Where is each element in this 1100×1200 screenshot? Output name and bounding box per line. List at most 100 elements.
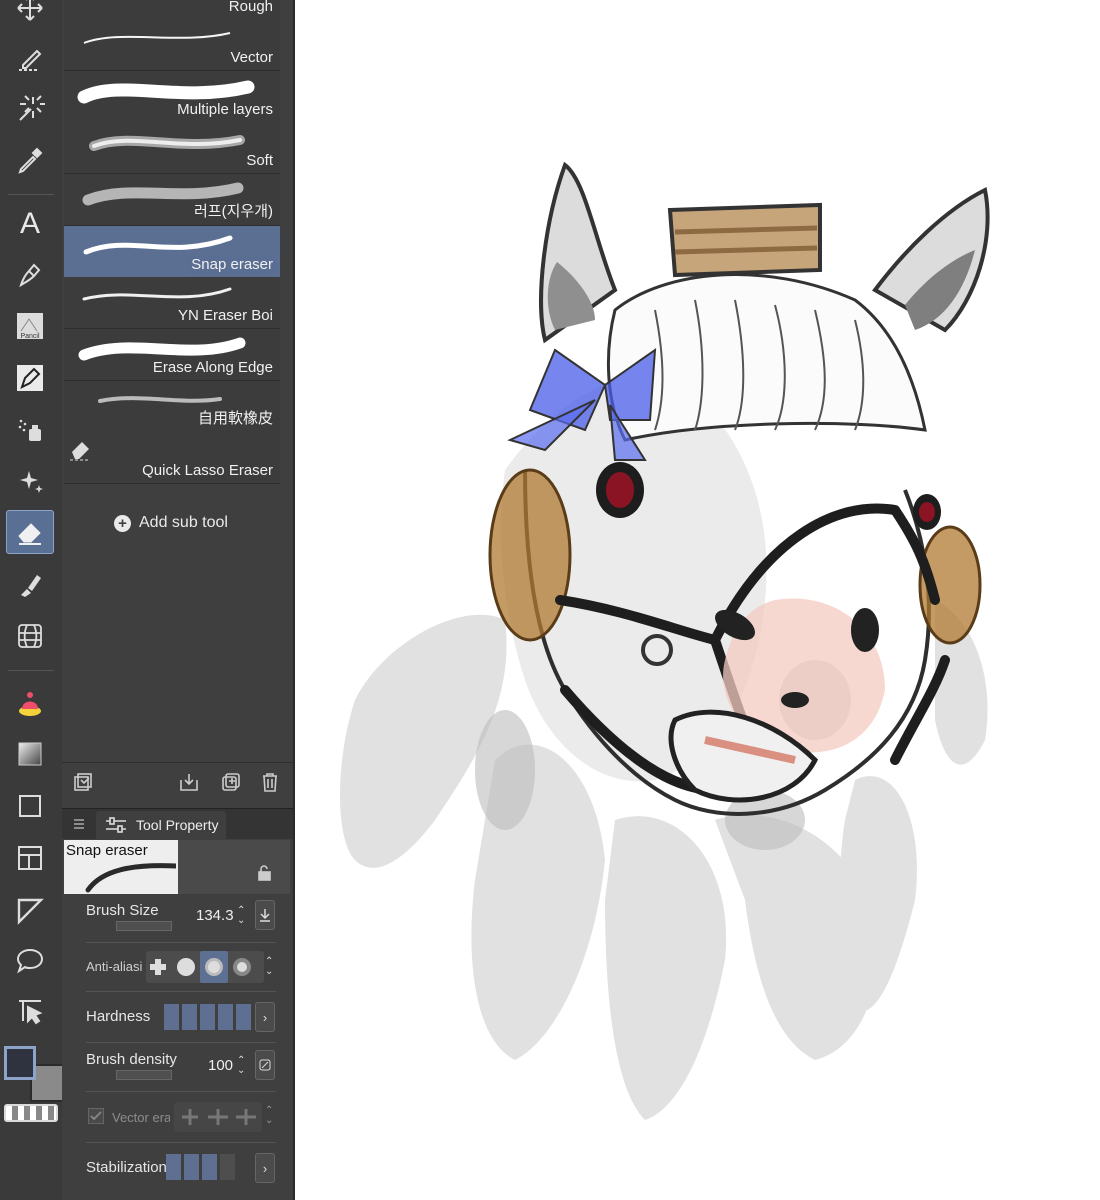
brush-density-label: Brush density bbox=[86, 1051, 177, 1068]
sub-tool-label: Vector bbox=[227, 49, 276, 66]
magic-wand-icon[interactable] bbox=[6, 86, 54, 130]
import-icon[interactable] bbox=[178, 771, 200, 793]
sub-tool-settings-icon[interactable] bbox=[72, 771, 94, 793]
decoration-icon[interactable] bbox=[6, 460, 54, 504]
sub-tool-item[interactable]: 러프(지우개) bbox=[64, 174, 280, 226]
tab-label: Tool Property bbox=[136, 817, 219, 833]
brush-preview: Snap eraser bbox=[64, 840, 290, 894]
sub-tool-panel: Rough Vector Multiple layers Soft 러프(지우개… bbox=[62, 0, 295, 1200]
sub-tool-item-selected[interactable]: Snap eraser bbox=[64, 226, 280, 278]
download-icon bbox=[260, 909, 270, 922]
anti-aliasing-medium-selected[interactable] bbox=[200, 951, 228, 983]
toolbar-divider bbox=[8, 670, 54, 671]
brush-preview-swatch: Snap eraser bbox=[64, 840, 178, 894]
sub-tool-label: Multiple layers bbox=[174, 101, 276, 118]
svg-text:A: A bbox=[20, 207, 40, 237]
menu-icon[interactable] bbox=[72, 817, 86, 831]
stabilization-expand-button[interactable]: › bbox=[255, 1153, 275, 1183]
speech-balloon-icon[interactable] bbox=[6, 938, 54, 982]
brush-density-row: Brush density 100 ⌃ ⌄ bbox=[86, 1043, 276, 1092]
brush-density-value[interactable]: 100 bbox=[208, 1057, 233, 1074]
brush-density-pressure-button[interactable] bbox=[255, 1050, 275, 1080]
brush-size-slider[interactable] bbox=[116, 921, 172, 931]
pen-icon[interactable] bbox=[6, 252, 54, 296]
hardness-expand-button[interactable]: › bbox=[255, 1002, 275, 1032]
sub-tool-item[interactable]: Erase Along Edge bbox=[64, 329, 280, 381]
sub-tool-label: 러프(지우개) bbox=[191, 200, 276, 221]
brush-size-stepper[interactable]: ⌃ ⌄ bbox=[237, 906, 245, 926]
chevron-right-icon: › bbox=[262, 1009, 268, 1025]
operation-icon[interactable] bbox=[6, 990, 54, 1034]
horse-illustration bbox=[340, 161, 990, 1120]
sub-tool-item[interactable]: Quick Lasso Eraser bbox=[64, 432, 280, 484]
brush-size-value[interactable]: 134.3 bbox=[196, 907, 234, 924]
eyedropper-icon[interactable] bbox=[6, 138, 54, 182]
sub-tool-label: Soft bbox=[243, 152, 276, 169]
sub-tool-label: 自用軟橡皮 bbox=[194, 407, 276, 428]
sliders-icon bbox=[106, 817, 126, 833]
fill-icon[interactable] bbox=[6, 682, 54, 726]
tool-bar: A Pancil bbox=[0, 0, 64, 1200]
brush-size-preset-button[interactable] bbox=[255, 900, 275, 930]
figure-icon[interactable] bbox=[6, 614, 54, 658]
sub-tool-item[interactable]: 自用軟橡皮 bbox=[64, 381, 280, 433]
hardness-label: Hardness bbox=[86, 1008, 151, 1025]
sub-tool-label: Snap eraser bbox=[188, 256, 276, 273]
blend-icon[interactable] bbox=[6, 562, 54, 606]
sub-tool-item[interactable]: YN Eraser Boi bbox=[64, 277, 280, 329]
brush-density-stepper[interactable]: ⌃ ⌄ bbox=[237, 1056, 245, 1076]
sub-tool-item[interactable]: Vector bbox=[64, 19, 280, 71]
panel-layout-icon[interactable] bbox=[6, 836, 54, 880]
anti-aliasing-none-icon bbox=[150, 959, 166, 975]
vector-eraser-stepper[interactable]: ⌃ ⌄ bbox=[265, 1106, 273, 1126]
ruler-icon[interactable] bbox=[6, 888, 54, 932]
gradient-icon[interactable] bbox=[6, 732, 54, 776]
brush-density-slider[interactable] bbox=[116, 1070, 172, 1080]
anti-aliasing-row: Anti-aliasi ⌃ ⌄ bbox=[86, 943, 276, 992]
sub-tool-actions-bar bbox=[62, 762, 293, 801]
frame-icon[interactable] bbox=[6, 784, 54, 828]
vector-eraser-row: Vector eras ⌃⌄ bbox=[86, 1094, 276, 1143]
brush-size-row: Brush Size 134.3 ⌃ ⌄ bbox=[86, 894, 276, 943]
sub-tool-item[interactable]: Multiple layers bbox=[64, 71, 280, 123]
anti-aliasing-label: Anti-aliasi bbox=[86, 959, 143, 974]
add-sub-tool-button[interactable]: + Add sub tool bbox=[114, 514, 228, 532]
stabilization-level-bar[interactable] bbox=[166, 1154, 235, 1180]
sub-tool-label: Quick Lasso Eraser bbox=[139, 462, 276, 479]
delete-icon[interactable] bbox=[259, 771, 281, 793]
tab-tool-property[interactable]: Tool Property bbox=[96, 811, 226, 839]
lasso-eraser-icon bbox=[70, 442, 90, 461]
anti-aliasing-weak-icon bbox=[177, 958, 195, 976]
vector-eraser-mode-selector[interactable] bbox=[174, 1102, 262, 1132]
vector-eraser-label: Vector eras bbox=[112, 1110, 170, 1125]
add-sub-tool-label: Add sub tool bbox=[139, 514, 228, 531]
transparent-color-swatch[interactable] bbox=[4, 1104, 58, 1122]
sub-tool-label: YN Eraser Boi bbox=[174, 307, 276, 324]
anti-aliasing-stepper[interactable]: ⌃ ⌄ bbox=[265, 957, 273, 977]
stabilization-label: Stabilization bbox=[86, 1159, 167, 1176]
pencil-icon[interactable]: Pancil bbox=[6, 304, 54, 348]
stabilization-row: Stabilization › bbox=[86, 1143, 276, 1191]
main-color-swatch[interactable] bbox=[4, 1046, 36, 1080]
hardness-level-bar[interactable] bbox=[164, 1004, 251, 1030]
marker-icon[interactable] bbox=[6, 356, 54, 400]
eraser-icon[interactable] bbox=[6, 510, 54, 554]
drawing-canvas[interactable] bbox=[295, 0, 1100, 1200]
toolbar-divider bbox=[8, 194, 54, 195]
duplicate-icon[interactable] bbox=[220, 771, 242, 793]
pressure-icon bbox=[259, 1059, 271, 1071]
airbrush-icon[interactable] bbox=[6, 408, 54, 452]
brush-size-label: Brush Size bbox=[86, 902, 159, 919]
sub-tool-item[interactable]: Rough bbox=[64, 0, 280, 20]
hardness-row: Hardness › bbox=[86, 994, 276, 1043]
chevron-right-icon: › bbox=[262, 1160, 268, 1176]
sub-tool-label: Erase Along Edge bbox=[149, 359, 276, 376]
anti-aliasing-selector[interactable] bbox=[146, 951, 264, 983]
unlock-icon[interactable] bbox=[256, 864, 274, 882]
move-icon[interactable] bbox=[6, 0, 54, 30]
vector-eraser-checkbox[interactable] bbox=[88, 1108, 104, 1124]
text-tool-icon[interactable]: A bbox=[6, 200, 54, 244]
pencil-tool-label: Pancil bbox=[20, 333, 40, 340]
lasso-select-icon[interactable] bbox=[6, 36, 54, 80]
sub-tool-item[interactable]: Soft bbox=[64, 122, 280, 174]
